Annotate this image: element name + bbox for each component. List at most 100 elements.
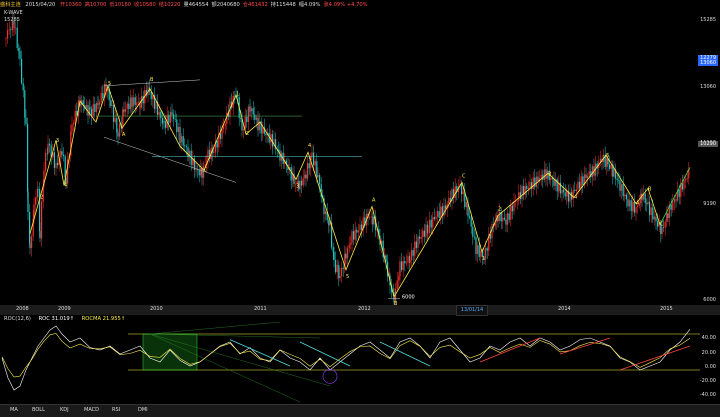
wave-label: B [150, 77, 154, 83]
candle-body [198, 169, 200, 176]
quote-fields: 开10360 高10700 低10160 收10580 结10220 量464554 额20… [60, 2, 371, 8]
candle-body [486, 248, 488, 251]
price-tick-4: 6000 [703, 297, 716, 303]
candle-body [246, 116, 248, 123]
candle-body [561, 189, 563, 194]
candle-body [619, 180, 621, 191]
candle-body [302, 177, 304, 186]
candle-body [25, 117, 27, 124]
candle-body [613, 169, 615, 177]
candlestick-chart[interactable]: 2345BAC12345ABC12345ABC6000 [0, 0, 720, 416]
candle-body [632, 201, 634, 212]
roc-fan-line [149, 321, 281, 335]
crosshair-date-label: 13/01/14 [456, 305, 488, 316]
tab-dmi[interactable]: DMI [138, 405, 148, 415]
candle-body [351, 231, 353, 244]
indicator-label: K-WAVE [4, 10, 23, 16]
candle-body [510, 205, 512, 220]
candle-body [201, 167, 203, 178]
quote-field-4: 结10220 [158, 2, 181, 8]
candle-body [184, 145, 186, 147]
price-tick-3: 9190 [703, 200, 716, 207]
candle-body [317, 175, 319, 178]
wave-label: 3 [548, 171, 551, 177]
candle-body [518, 192, 520, 201]
wave-label: C [204, 167, 208, 173]
candle-body [53, 152, 55, 168]
candle-body [502, 217, 504, 222]
rocma-line [1, 333, 691, 378]
candle-body [110, 100, 112, 106]
candle-body [454, 186, 456, 199]
candle-body [435, 216, 437, 220]
candle-body [254, 114, 256, 120]
wave-label: 4 [64, 182, 67, 188]
candle-body [606, 158, 608, 167]
candle-body [609, 164, 611, 169]
candle-body [588, 171, 590, 176]
candle-body [319, 175, 321, 185]
candle-body [516, 200, 518, 202]
price-marker-last: 10290 [698, 141, 718, 147]
candle-body [372, 216, 374, 225]
candle-body [347, 248, 349, 259]
candle-body [670, 204, 672, 210]
candle-body [136, 102, 138, 105]
candle-body [229, 101, 231, 103]
candle-body [432, 217, 434, 228]
candle-body [587, 175, 589, 179]
candle-body [64, 156, 66, 178]
candle-body [537, 176, 539, 182]
candle-body [158, 111, 160, 115]
candle-body [422, 230, 424, 238]
candle-body [545, 169, 547, 179]
candle-body [262, 127, 264, 134]
wave-label: 5 [108, 81, 111, 87]
candle-body [95, 103, 97, 112]
candle-body [423, 230, 425, 237]
candle-body [169, 112, 171, 123]
candle-body [100, 93, 102, 103]
candle-body [359, 224, 361, 231]
tab-macd[interactable]: MACD [84, 405, 99, 415]
quote-field-3: 收10580 [134, 2, 156, 8]
year-label-2009: 2009 [58, 306, 71, 312]
candle-body [131, 106, 133, 107]
candle-body [97, 104, 99, 106]
tab-rsi[interactable]: RSI [112, 405, 120, 415]
candle-body [440, 206, 442, 218]
candle-body [625, 194, 627, 200]
wave-label: A [122, 132, 126, 138]
candle-body [73, 123, 75, 125]
candle-body [114, 118, 116, 122]
candle-body [265, 133, 267, 136]
candle-body [243, 129, 245, 131]
candle-body [348, 244, 350, 249]
tab-kdj[interactable]: KDJ [60, 405, 69, 415]
candle-body [661, 227, 663, 235]
candle-body [60, 151, 62, 158]
candle-body [19, 51, 21, 59]
candle-body [412, 250, 414, 256]
candle-body [85, 104, 87, 109]
quote-field-8: 持115448 [270, 2, 296, 8]
candle-body [462, 191, 464, 195]
tab-boll[interactable]: BOLL [32, 405, 45, 415]
tab-ma[interactable]: MA [10, 405, 18, 415]
candle-body [646, 203, 648, 205]
candle-body [414, 241, 416, 256]
candle-body [224, 123, 226, 127]
wave-label: 3 [296, 183, 299, 189]
year-label-2008: 2008 [16, 306, 29, 312]
candle-body [472, 226, 474, 237]
candle-body [87, 104, 89, 116]
candle-body [402, 260, 404, 270]
candle-body [94, 104, 96, 112]
candle-body [357, 230, 359, 233]
candle-body [681, 183, 683, 190]
candle-body [8, 29, 10, 31]
instrument-title: 盛科主连 [0, 2, 21, 8]
quote-field-10: 涨4.09% +4.70% [323, 2, 368, 8]
candle-body [405, 262, 407, 264]
candle-body [111, 104, 113, 106]
